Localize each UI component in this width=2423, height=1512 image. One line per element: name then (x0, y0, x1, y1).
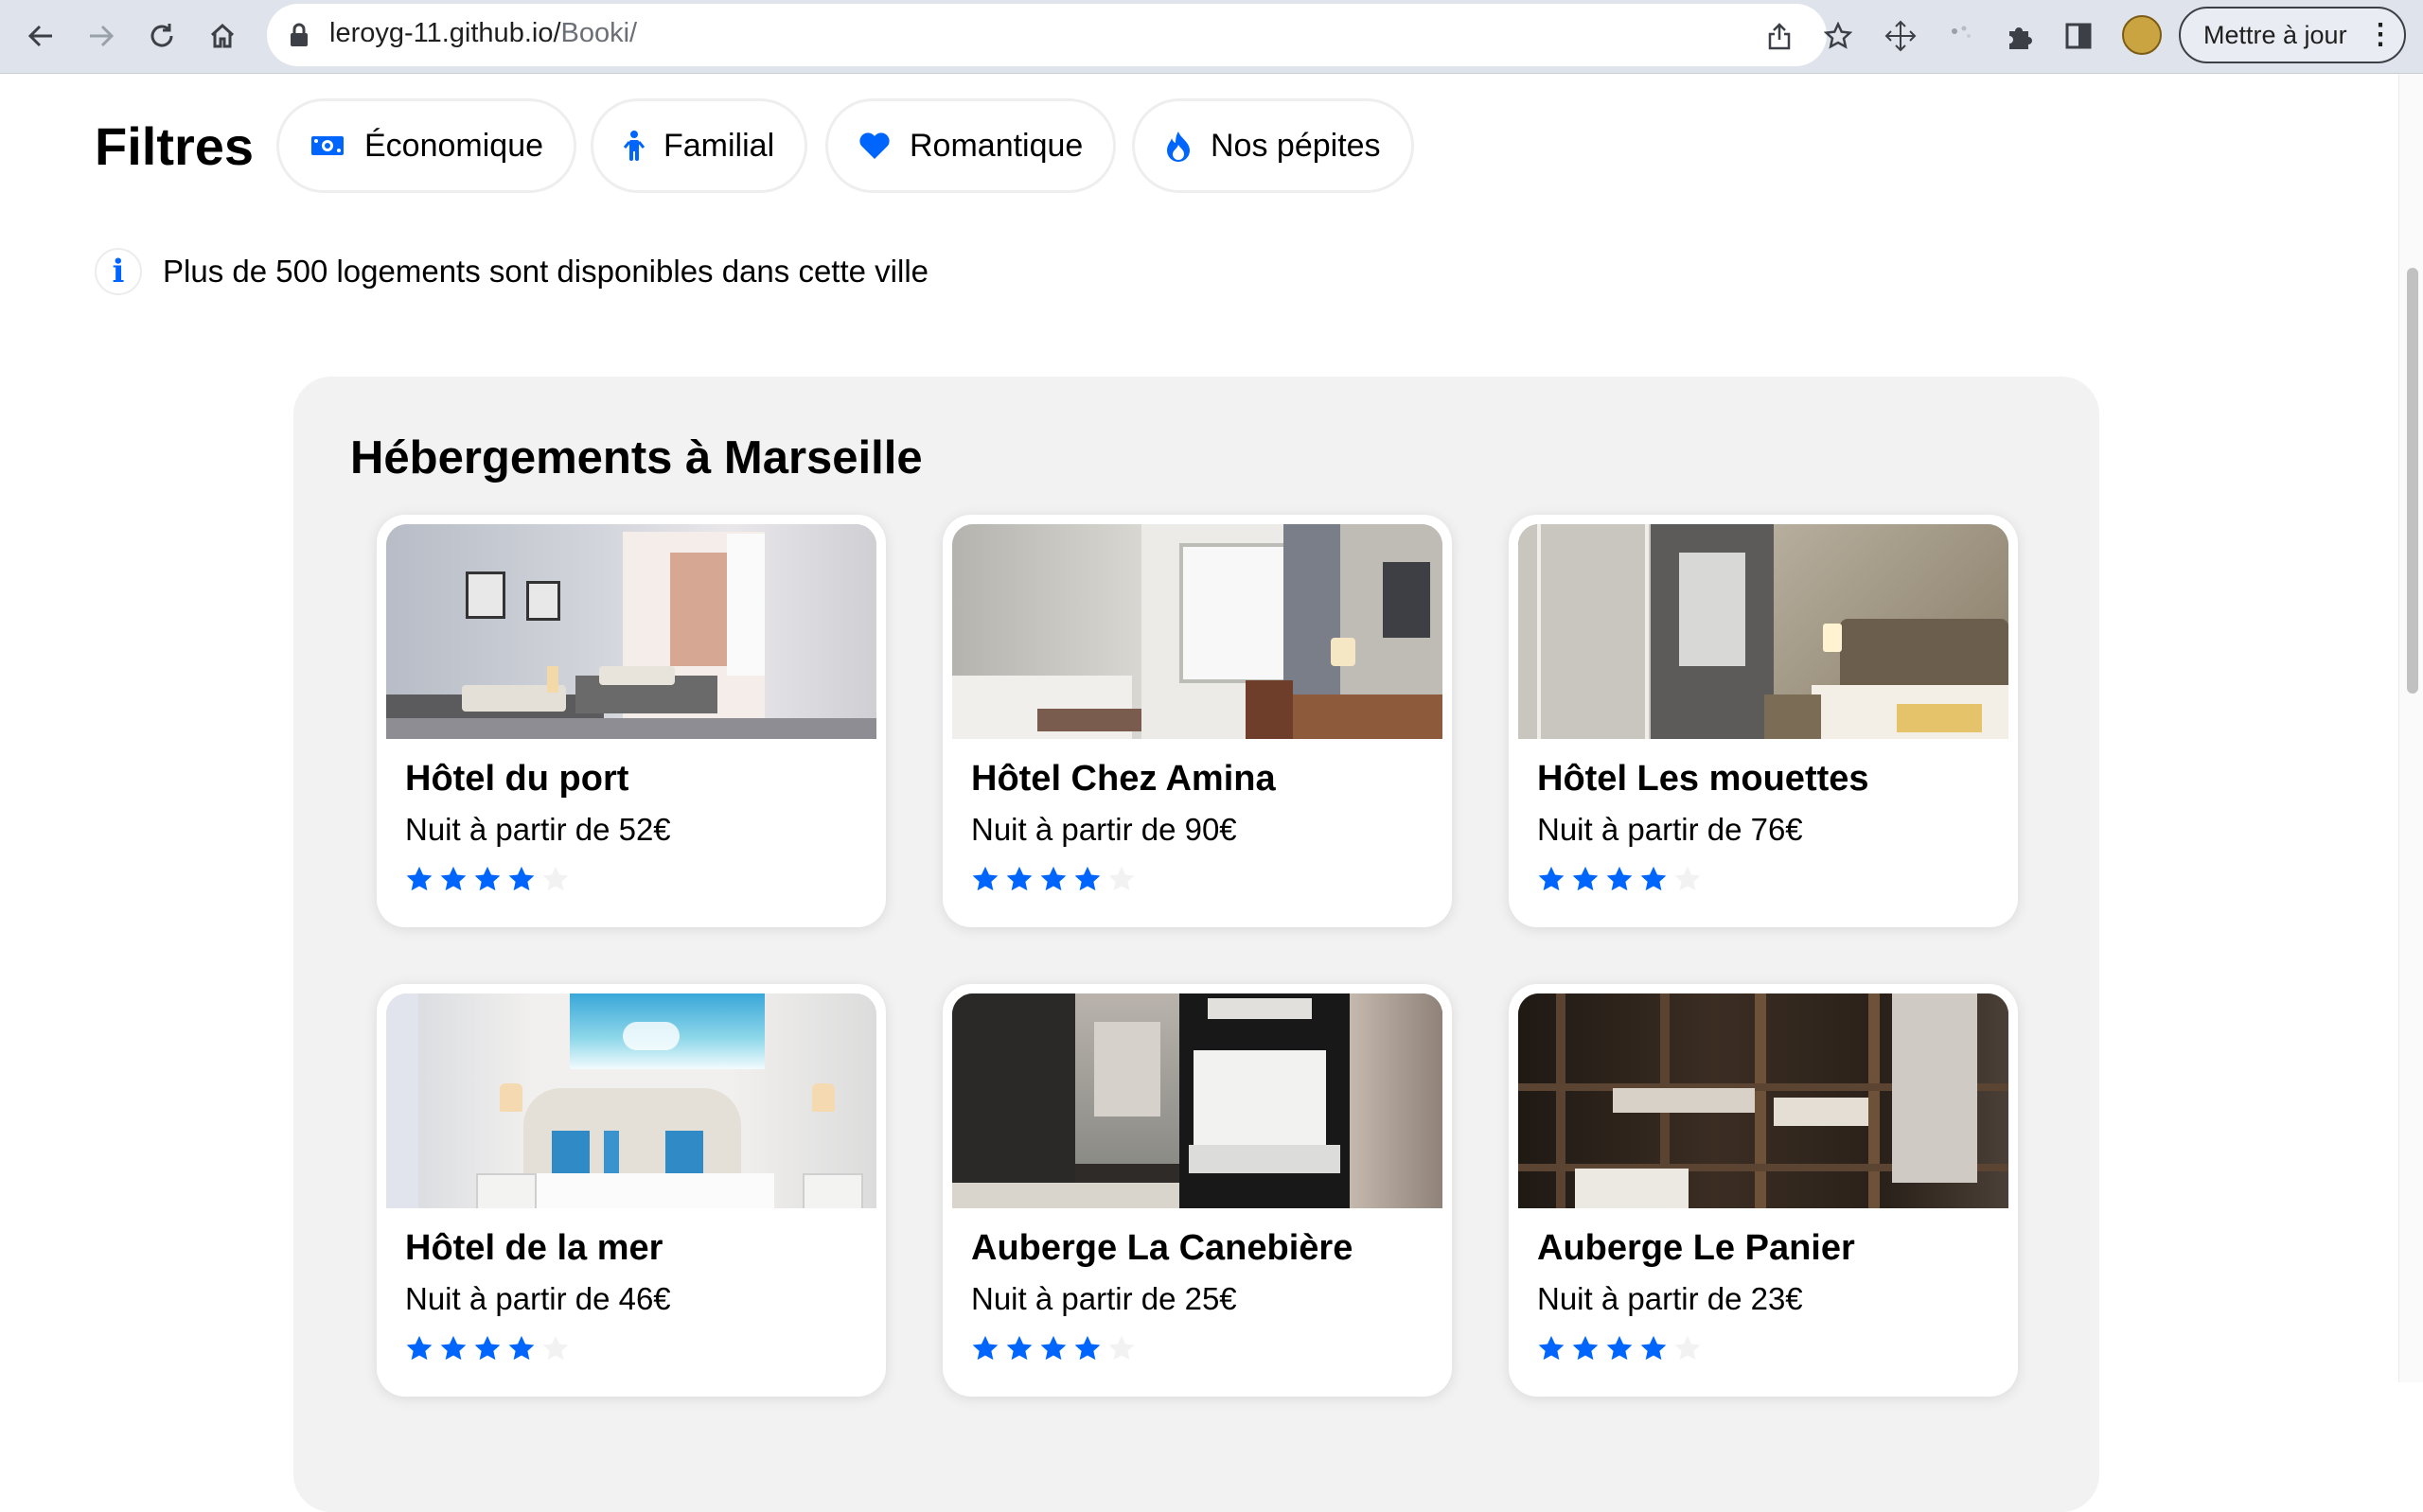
lodging-name: Hôtel du port (405, 759, 629, 799)
reload-icon[interactable] (138, 12, 186, 60)
move-cursor-icon[interactable] (1878, 13, 1923, 59)
lodging-price: Nuit à partir de 25€ (971, 1281, 1237, 1316)
star-filled-icon (972, 1335, 999, 1361)
rating-stars (1537, 1334, 1707, 1363)
scrollbar-thumb[interactable] (2407, 268, 2418, 694)
rating-stars (971, 865, 1141, 893)
star-empty-icon (542, 1335, 569, 1361)
lodging-name: Hôtel de la mer (405, 1228, 663, 1268)
extension-spinner-icon[interactable] (1938, 13, 1984, 59)
filter-nos-pepites-button[interactable]: Nos pépites (1132, 98, 1414, 193)
lodging-photo (386, 993, 876, 1208)
star-filled-icon (1538, 866, 1565, 891)
lodging-card[interactable]: Auberge Le Panier Nuit à partir de 23€ (1509, 984, 2018, 1397)
star-filled-icon (1572, 866, 1599, 891)
filter-economique-button[interactable]: Économique (276, 98, 577, 193)
filter-label: Romantique (910, 127, 1084, 164)
star-filled-icon (508, 1335, 535, 1361)
lodging-price: Nuit à partir de 23€ (1537, 1281, 1803, 1316)
update-button[interactable]: Mettre à jour ⋮ (2179, 7, 2406, 63)
lodging-photo (1518, 524, 2008, 739)
lodging-card[interactable]: Hôtel de la mer Nuit à partir de 46€ (377, 984, 886, 1397)
star-filled-icon (1006, 1335, 1033, 1361)
lodging-name: Hôtel Chez Amina (971, 759, 1276, 799)
heart-icon (859, 132, 890, 159)
address-bar[interactable]: leroyg-11.github.io/Booki/ (267, 4, 1852, 66)
star-filled-icon (1640, 1335, 1667, 1361)
star-filled-icon (1572, 1335, 1599, 1361)
rating-stars (405, 865, 575, 893)
star-filled-icon (1606, 866, 1633, 891)
filters-heading: Filtres (95, 116, 255, 176)
star-filled-icon (1606, 1335, 1633, 1361)
star-empty-icon (1108, 866, 1135, 891)
star-filled-icon (1074, 1335, 1101, 1361)
share-icon[interactable] (1760, 17, 1798, 55)
lodgings-heading: Hébergements à Marseille (350, 432, 923, 483)
lodging-card[interactable]: Hôtel Les mouettes Nuit à partir de 76€ (1509, 515, 2018, 927)
star-filled-icon (1640, 866, 1667, 891)
money-bill-icon (311, 136, 344, 155)
rating-stars (971, 1334, 1141, 1363)
child-icon (624, 131, 645, 161)
star-filled-icon (972, 866, 999, 891)
fire-icon (1167, 132, 1190, 162)
extensions-puzzle-icon[interactable] (1997, 13, 2043, 59)
availability-info-text: Plus de 500 logements sont disponibles d… (163, 254, 929, 289)
star-filled-icon (1538, 1335, 1565, 1361)
rating-stars (1537, 865, 1707, 893)
filter-romantique-button[interactable]: Romantique (825, 98, 1117, 193)
lodging-photo (952, 524, 1442, 739)
star-filled-icon (440, 1335, 467, 1361)
star-filled-icon (474, 1335, 501, 1361)
lodging-card[interactable]: Auberge La Canebière Nuit à partir de 25… (943, 984, 1452, 1397)
star-filled-icon (474, 866, 501, 891)
lodging-price: Nuit à partir de 52€ (405, 812, 671, 847)
star-filled-icon (406, 1335, 433, 1361)
lodging-price: Nuit à partir de 46€ (405, 1281, 671, 1316)
lodgings-section: Hébergements à Marseille Hôtel du port N… (293, 377, 2099, 1512)
profile-avatar[interactable] (2122, 15, 2162, 55)
star-empty-icon (1674, 866, 1701, 891)
star-filled-icon (1006, 866, 1033, 891)
bookmark-star-icon[interactable] (1819, 17, 1857, 55)
star-empty-icon (1674, 1335, 1701, 1361)
lodging-price: Nuit à partir de 90€ (971, 812, 1237, 847)
star-filled-icon (508, 866, 535, 891)
star-filled-icon (1074, 866, 1101, 891)
side-panel-icon[interactable] (2056, 13, 2101, 59)
star-empty-icon (542, 866, 569, 891)
lodging-card[interactable]: Hôtel Chez Amina Nuit à partir de 90€ (943, 515, 1452, 927)
forward-arrow-icon[interactable] (78, 12, 125, 60)
lodging-card[interactable]: Hôtel du port Nuit à partir de 52€ (377, 515, 886, 927)
lodging-name: Hôtel Les mouettes (1537, 759, 1869, 799)
star-empty-icon (1108, 1335, 1135, 1361)
star-filled-icon (1040, 1335, 1067, 1361)
more-menu-icon[interactable]: ⋮ (2366, 9, 2395, 62)
filter-label: Économique (364, 127, 544, 164)
lodging-photo (386, 524, 876, 739)
star-filled-icon (440, 866, 467, 891)
browser-toolbar: leroyg-11.github.io/Booki/ Mettre à jour… (0, 0, 2423, 74)
star-filled-icon (406, 866, 433, 891)
lodging-name: Auberge La Canebière (971, 1228, 1353, 1268)
url-text: leroyg-11.github.io/Booki/ (329, 18, 638, 48)
page-scrollbar[interactable] (2398, 74, 2423, 1382)
rating-stars (405, 1334, 575, 1363)
lodging-name: Auberge Le Panier (1537, 1228, 1855, 1268)
info-icon: i (95, 248, 142, 295)
filter-label: Familial (663, 127, 775, 164)
lock-icon (291, 23, 308, 46)
star-filled-icon (1040, 866, 1067, 891)
lodging-price: Nuit à partir de 76€ (1537, 812, 1803, 847)
lodging-photo (952, 993, 1442, 1208)
home-icon[interactable] (199, 12, 246, 60)
update-button-label: Mettre à jour (2203, 21, 2347, 49)
filter-familial-button[interactable]: Familial (591, 98, 808, 193)
back-arrow-icon[interactable] (17, 12, 64, 60)
filter-label: Nos pépites (1211, 127, 1381, 164)
lodging-photo (1518, 993, 2008, 1208)
